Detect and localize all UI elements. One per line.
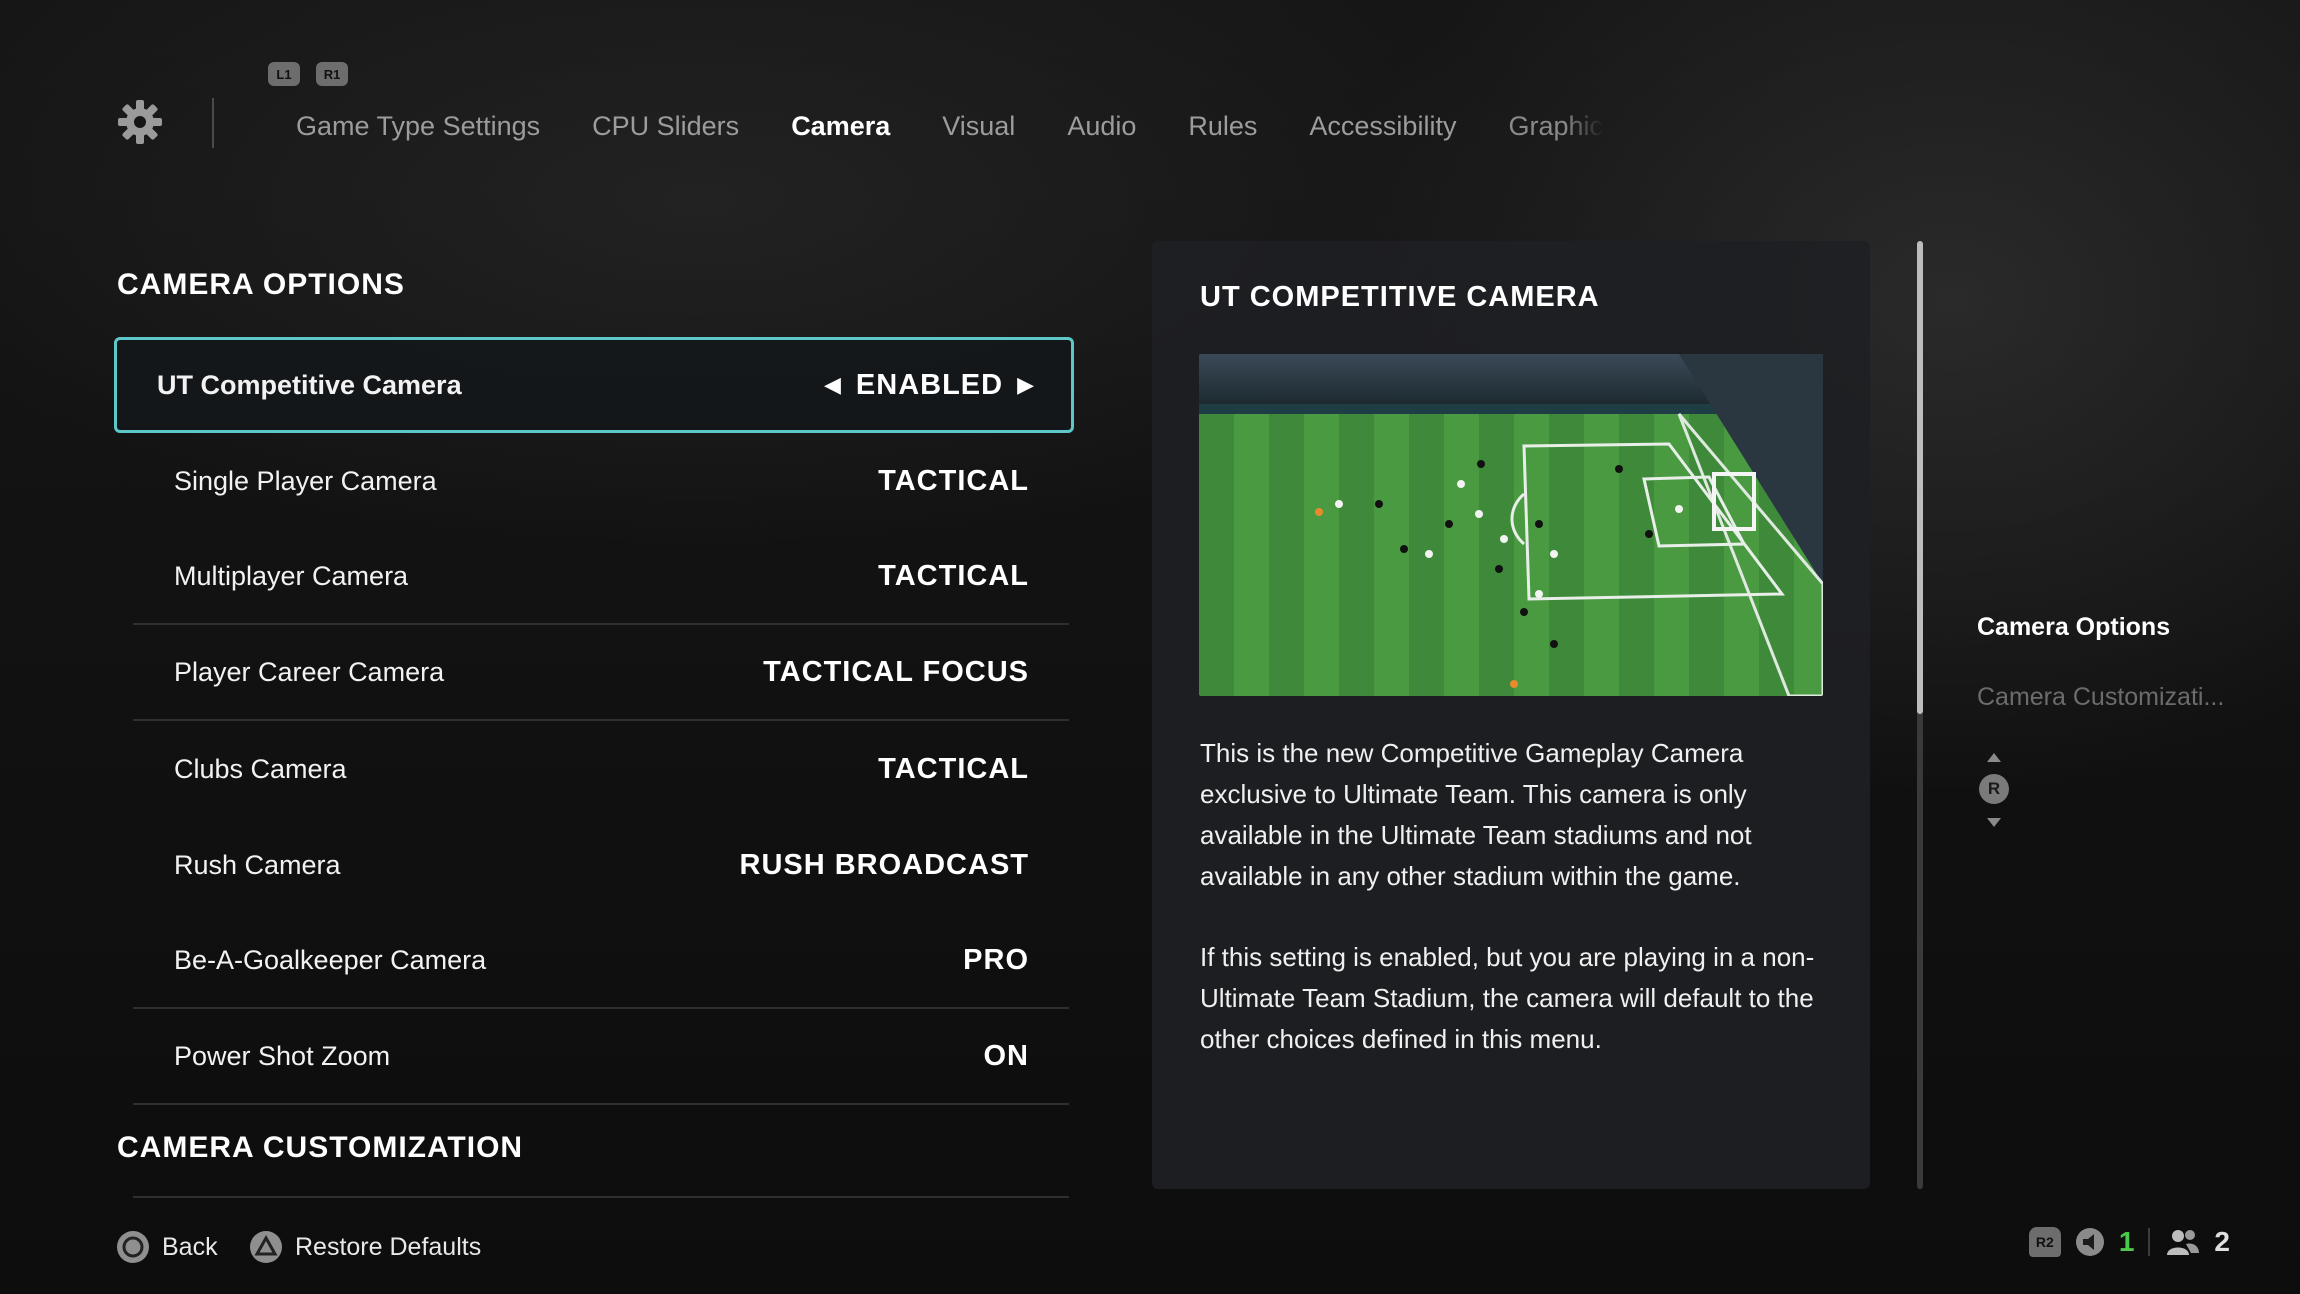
settings-gear-icon bbox=[118, 100, 162, 144]
setting-label: Player Career Camera bbox=[174, 656, 445, 687]
settings-tabs: Game Type Settings CPU Sliders Camera Vi… bbox=[296, 106, 1603, 146]
triangle-button-icon bbox=[250, 1231, 282, 1263]
players-icon bbox=[2167, 1230, 2200, 1255]
status-indicators: R2 1 2 bbox=[2028, 1226, 2230, 1258]
setting-label: Clubs Camera bbox=[174, 753, 347, 784]
status-divider bbox=[2148, 1228, 2151, 1256]
l1-button-hint[interactable]: L1 bbox=[268, 62, 300, 86]
restore-defaults-button[interactable]: Restore Defaults bbox=[249, 1230, 481, 1264]
camera-options-list: UT Competitive Camera ◀ ENABLED ▶ Single… bbox=[114, 337, 1074, 1105]
setting-value: TACTICAL FOCUS bbox=[763, 655, 1029, 688]
setting-value: PRO bbox=[963, 943, 1029, 976]
setting-row-rush-camera[interactable]: Rush Camera RUSH BROADCAST bbox=[133, 817, 1069, 913]
right-stick-label: R bbox=[1987, 779, 2001, 798]
camera-options-heading: CAMERA OPTIONS bbox=[117, 268, 405, 301]
circle-button-icon bbox=[117, 1231, 149, 1263]
tab-cpu-sliders[interactable]: CPU Sliders bbox=[592, 111, 739, 142]
description-paragraph-2: If this setting is enabled, but you are … bbox=[1200, 942, 1815, 1054]
setting-row-clubs-camera[interactable]: Clubs Camera TACTICAL bbox=[133, 721, 1069, 817]
description-paragraph-1: This is the new Competitive Gameplay Cam… bbox=[1200, 738, 1752, 891]
setting-label: Multiplayer Camera bbox=[174, 560, 409, 591]
setting-value: ON bbox=[983, 1039, 1029, 1072]
setting-value: TACTICAL bbox=[878, 464, 1029, 497]
setting-description-panel: UT COMPETITIVE CAMERA This is the new Co… bbox=[1152, 241, 1870, 1189]
setting-label: Be-A-Goalkeeper Camera bbox=[174, 944, 487, 975]
setting-row-power-shot-zoom[interactable]: Power Shot Zoom ON bbox=[133, 1009, 1069, 1105]
back-label: Back bbox=[162, 1232, 218, 1261]
tab-graphics[interactable]: Graphic bbox=[1508, 111, 1603, 142]
tab-audio[interactable]: Audio bbox=[1067, 111, 1136, 142]
setting-label: Power Shot Zoom bbox=[174, 1040, 391, 1071]
tab-camera[interactable]: Camera bbox=[791, 111, 890, 142]
setting-label: Rush Camera bbox=[174, 849, 341, 880]
setting-value-text: ENABLED bbox=[855, 368, 1004, 401]
setting-row-multiplayer-camera[interactable]: Multiplayer Camera TACTICAL bbox=[133, 529, 1069, 625]
section-divider bbox=[133, 1196, 1069, 1198]
panel-title: UT COMPETITIVE CAMERA bbox=[1200, 281, 1600, 313]
audio-count: 1 bbox=[2118, 1226, 2135, 1257]
r1-button-hint[interactable]: R1 bbox=[316, 62, 348, 86]
setting-row-player-career-camera[interactable]: Player Career Camera TACTICAL FOCUS bbox=[133, 625, 1069, 721]
side-nav-camera-options[interactable]: Camera Options bbox=[1977, 613, 2170, 642]
back-button[interactable]: Back bbox=[116, 1230, 218, 1264]
setting-label: Single Player Camera bbox=[174, 465, 437, 496]
camera-preview-image bbox=[1199, 354, 1823, 696]
tab-game-type-settings[interactable]: Game Type Settings bbox=[296, 111, 540, 142]
setting-value: ◀ ENABLED ▶ bbox=[824, 369, 1035, 402]
players-count: 2 bbox=[2214, 1226, 2230, 1257]
setting-label: UT Competitive Camera bbox=[157, 369, 462, 400]
arrow-right-icon[interactable]: ▶ bbox=[1017, 372, 1035, 398]
side-nav-camera-customization[interactable]: Camera Customizati... bbox=[1977, 683, 2224, 712]
arrow-left-icon[interactable]: ◀ bbox=[824, 372, 842, 398]
setting-row-ut-competitive-camera[interactable]: UT Competitive Camera ◀ ENABLED ▶ bbox=[114, 337, 1074, 433]
tab-accessibility[interactable]: Accessibility bbox=[1309, 111, 1456, 142]
tab-rules[interactable]: Rules bbox=[1188, 111, 1257, 142]
setting-value: RUSH BROADCAST bbox=[739, 848, 1029, 881]
scrollbar-thumb[interactable] bbox=[1917, 241, 1923, 714]
tab-visual[interactable]: Visual bbox=[942, 111, 1015, 142]
nav-divider bbox=[212, 98, 214, 148]
r2-button-hint: R2 bbox=[2028, 1227, 2061, 1257]
audio-icon bbox=[2075, 1228, 2104, 1256]
setting-row-single-player-camera[interactable]: Single Player Camera TACTICAL bbox=[133, 433, 1069, 529]
restore-defaults-label: Restore Defaults bbox=[295, 1232, 482, 1261]
setting-value: TACTICAL bbox=[878, 752, 1029, 785]
camera-customization-heading[interactable]: CAMERA CUSTOMIZATION bbox=[117, 1131, 523, 1165]
setting-row-be-a-goalkeeper-camera[interactable]: Be-A-Goalkeeper Camera PRO bbox=[133, 913, 1069, 1009]
setting-value: TACTICAL bbox=[878, 559, 1029, 592]
